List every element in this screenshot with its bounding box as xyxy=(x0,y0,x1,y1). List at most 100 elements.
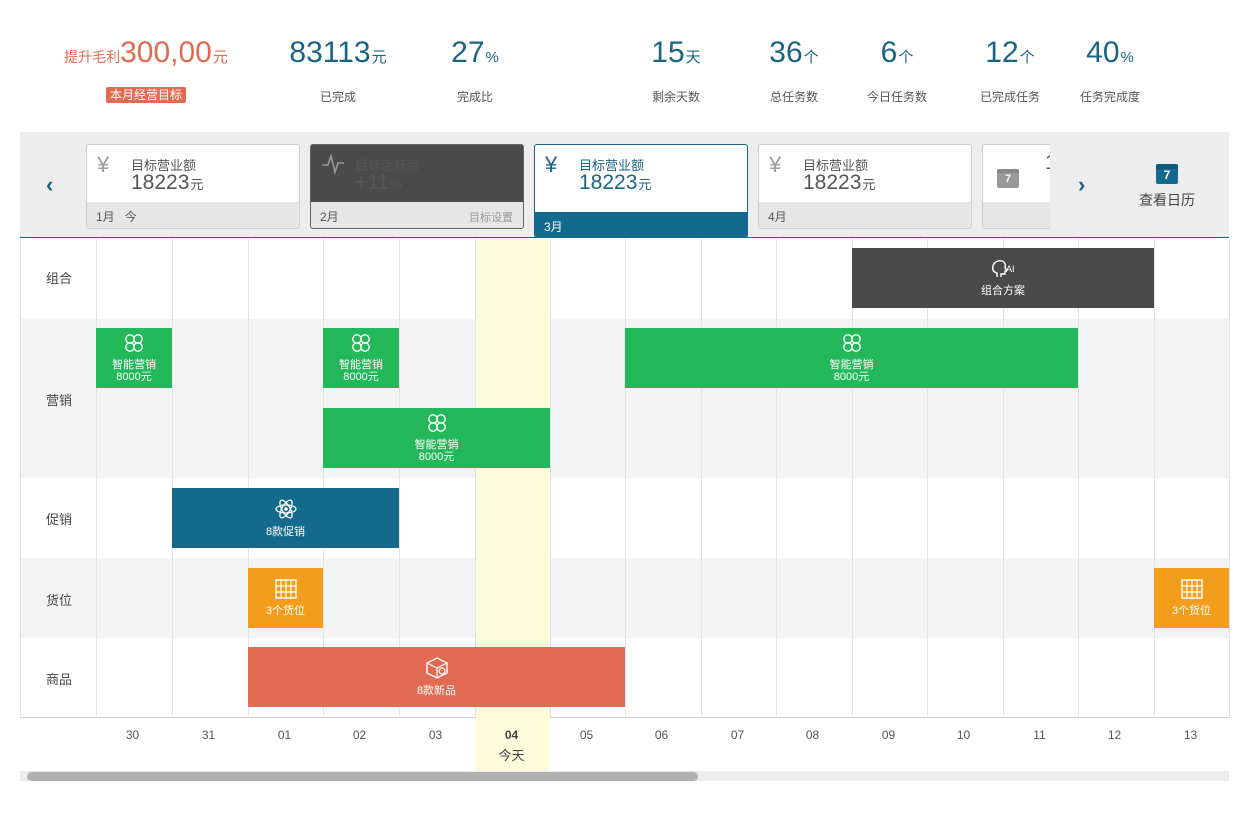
date-label: 01 xyxy=(277,728,292,742)
bar-amount: 8000元 xyxy=(418,451,455,463)
profit-prefix: 提升毛利 xyxy=(64,49,121,65)
row-label: 货位 xyxy=(45,593,72,608)
stat-label: 今日任务数 xyxy=(866,90,927,104)
month-selector: ‹ ¥ 目标营业额 18223元 1月今 目标活跃度 +11% 2月 目标设置 ¥… xyxy=(20,132,1229,238)
card-month: 3月 xyxy=(544,220,563,234)
date-label: 05 xyxy=(579,728,594,742)
today-label: 今天 xyxy=(498,748,525,763)
total-tasks-stat: 36个 总任务数 xyxy=(754,36,834,105)
stat-value: 6 xyxy=(880,36,898,69)
clover-icon xyxy=(841,333,863,357)
column-divider xyxy=(1229,239,1230,718)
card-month: 2月 xyxy=(320,210,339,224)
column-divider xyxy=(852,239,853,718)
stat-value: 27 xyxy=(451,36,485,69)
date-label: 11 xyxy=(1033,728,1046,742)
date-label-today: 04 今天 xyxy=(474,728,549,764)
promotion-bar[interactable]: 8款促销 xyxy=(172,488,399,548)
marketing-bar[interactable]: 智能营销 8000元 xyxy=(323,408,550,468)
card-month: 1月 xyxy=(96,210,115,224)
month-card-apr[interactable]: ¥ 目标营业额 18223元 4月 xyxy=(758,144,972,229)
stat-label: 已完成任务 xyxy=(979,90,1040,104)
calendar-icon: 7 xyxy=(1156,164,1178,184)
bar-amount: 8000元 xyxy=(343,371,379,383)
trend-icon xyxy=(321,153,345,180)
month-card-feb[interactable]: 目标活跃度 +11% 2月 目标设置 xyxy=(310,144,524,229)
goal-settings-link[interactable]: 目标设置 xyxy=(469,209,513,225)
column-divider xyxy=(625,239,626,718)
svg-text:AI: AI xyxy=(1006,264,1015,274)
date-label: 09 xyxy=(881,728,896,742)
card-amount: 18223 xyxy=(579,171,638,194)
month-card-partial[interactable]: 7 1 xyxy=(982,144,1050,229)
scrollbar-thumb[interactable] xyxy=(27,772,698,781)
stat-unit: 天 xyxy=(685,49,701,66)
card-amount: 18223 xyxy=(131,171,190,194)
stat-label: 已完成 xyxy=(319,90,356,104)
marketing-bar[interactable]: 智能营销 8000元 xyxy=(96,328,172,388)
completed-amount-stat: 83113元 已完成 xyxy=(278,36,398,105)
card-amount: +11 xyxy=(355,171,390,194)
date-label: 30 xyxy=(125,728,140,742)
chevron-right-icon[interactable]: › xyxy=(1078,174,1085,196)
column-divider xyxy=(1003,239,1004,718)
marketing-bar[interactable]: 智能营销 8000元 xyxy=(625,328,1078,388)
date-label: 10 xyxy=(956,728,971,742)
bar-amount: 8000元 xyxy=(833,371,870,383)
stat-value: 83113 xyxy=(289,36,371,69)
bar-title: 8款新品 xyxy=(416,685,457,697)
completion-ratio-stat: 27% 完成比 xyxy=(435,36,515,105)
new-product-bar[interactable]: 8款新品 xyxy=(248,647,625,707)
clover-icon xyxy=(123,333,145,357)
date-label: 08 xyxy=(805,728,820,742)
column-divider xyxy=(96,239,97,718)
card-unit: 元 xyxy=(638,177,652,192)
stat-unit: 个 xyxy=(803,49,819,66)
view-calendar-label: 查看日历 xyxy=(1139,192,1195,208)
yen-icon: ¥ xyxy=(545,152,558,177)
shelf-bar[interactable]: 3个货位 xyxy=(1154,568,1229,628)
stat-value: 15 xyxy=(651,36,685,69)
stat-unit: 个 xyxy=(898,49,914,66)
column-divider xyxy=(776,239,777,718)
atom-icon xyxy=(274,498,298,524)
today-date: 04 xyxy=(504,728,519,742)
stat-value: 36 xyxy=(769,36,803,69)
month-card-jan[interactable]: ¥ 目标营业额 18223元 1月今 xyxy=(86,144,300,229)
bar-title: 智能营销 xyxy=(112,359,156,371)
month-card-mar[interactable]: ¥ 目标营业额 18223元 3月 xyxy=(534,144,748,238)
stat-label: 任务完成度 xyxy=(1079,90,1140,104)
combo-plan-bar[interactable]: AI 组合方案 xyxy=(852,248,1154,308)
date-label: 03 xyxy=(428,728,443,742)
date-label: 02 xyxy=(352,728,367,742)
date-label: 13 xyxy=(1183,728,1198,742)
row-label: 促销 xyxy=(45,512,72,527)
yen-icon: ¥ xyxy=(769,152,782,177)
shelf-grid-icon xyxy=(274,579,297,603)
card-amount: 1 xyxy=(1045,152,1050,175)
view-calendar-button[interactable]: 7 查看日历 xyxy=(1132,164,1202,210)
date-label: 12 xyxy=(1107,728,1122,742)
bar-amount: 8000元 xyxy=(116,371,152,383)
clover-icon xyxy=(426,413,448,437)
marketing-bar[interactable]: 智能营销 8000元 xyxy=(323,328,399,388)
ai-head-icon: AI xyxy=(990,259,1016,283)
stat-label: 剩余天数 xyxy=(651,90,700,104)
column-divider xyxy=(1078,239,1079,718)
stat-value: 40 xyxy=(1086,36,1120,69)
task-completion-stat: 40% 任务完成度 xyxy=(1070,36,1150,105)
bar-title: 智能营销 xyxy=(339,359,383,371)
horizontal-scrollbar[interactable] xyxy=(20,771,1229,781)
card-amount: 18223 xyxy=(803,171,862,194)
remaining-days-stat: 15天 剩余天数 xyxy=(636,36,716,105)
date-label: 07 xyxy=(730,728,745,742)
stat-unit: 元 xyxy=(371,49,387,66)
schedule-dashboard: 提升毛利300,00元 本月经营目标 83113元 已完成 27% 完成比 15… xyxy=(0,0,1250,820)
today-tasks-stat: 6个 今日任务数 xyxy=(857,36,937,105)
stat-unit: % xyxy=(1120,49,1134,66)
shelf-bar[interactable]: 3个货位 xyxy=(248,568,323,628)
yen-icon: ¥ xyxy=(97,152,110,177)
chevron-left-icon[interactable]: ‹ xyxy=(46,174,53,196)
row-label: 营销 xyxy=(45,393,72,408)
bar-title: 智能营销 xyxy=(414,439,459,451)
